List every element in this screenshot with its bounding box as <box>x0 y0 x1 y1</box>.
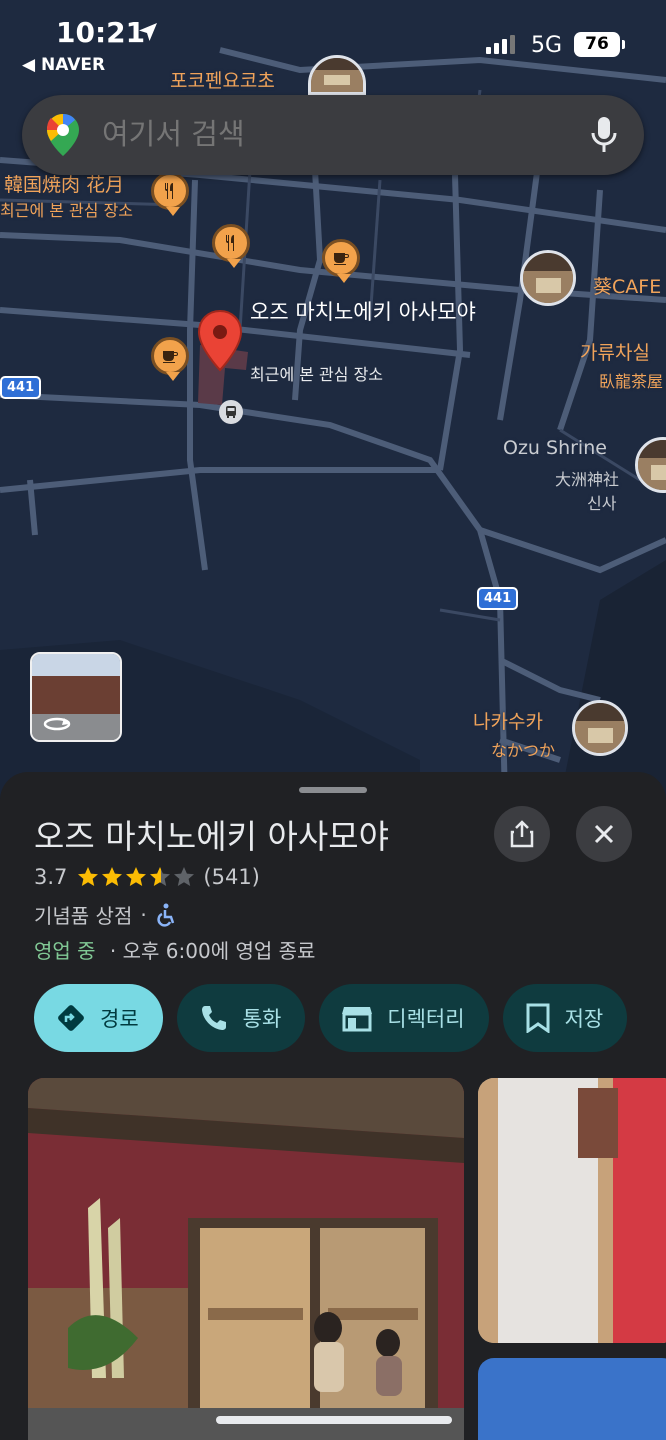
fork-knife-icon <box>165 183 173 199</box>
place-photo-side-2[interactable] <box>478 1358 666 1440</box>
directions-button[interactable]: 경로 <box>34 984 163 1052</box>
coffee-cup-icon <box>334 253 349 265</box>
place-category: 기념품 상점 <box>34 904 133 928</box>
storefront-photo <box>28 1078 464 1440</box>
map-label-garyu-jp: 臥龍茶屋 <box>599 372 664 391</box>
directory-button[interactable]: 디렉터리 <box>319 984 489 1052</box>
directions-label: 경로 <box>100 1007 139 1031</box>
cafe-poi-icon[interactable] <box>322 239 360 283</box>
place-bottom-sheet[interactable]: 오즈 마치노에키 아사모야 3.7 (541) 기념품 상점 · 영업 중 · … <box>0 772 666 1440</box>
microphone-icon[interactable] <box>590 115 618 155</box>
map-label-aoi-cafe[interactable]: 葵CAFE <box>593 272 661 299</box>
photo-poi-nakatsuka[interactable] <box>572 700 628 756</box>
map-label-nakatsuka-jp: なかつか <box>491 741 556 760</box>
map-label-ozu-shrine-kr: 신사 <box>587 494 617 513</box>
place-photo-side[interactable] <box>478 1078 666 1343</box>
category-row: 기념품 상점 · <box>34 900 177 929</box>
call-label: 통화 <box>242 1007 282 1031</box>
map-label-nakatsuka[interactable]: 나카수카 <box>473 707 543 734</box>
place-photo-main[interactable] <box>28 1078 464 1440</box>
photo-poi-aoi-cafe[interactable] <box>520 250 576 306</box>
cellular-signal-icon <box>486 35 515 54</box>
back-to-app-link[interactable]: ◀ NAVER <box>22 55 105 75</box>
sheet-drag-handle[interactable] <box>299 787 367 793</box>
route-badge-441: 441 <box>0 376 42 399</box>
map-label-recent-saved: 최근에 본 관심 장소 <box>0 201 134 220</box>
search-input[interactable] <box>102 117 562 151</box>
status-time: 10:21 <box>56 16 146 49</box>
wheelchair-accessible-icon <box>157 903 174 927</box>
storefront-icon <box>342 1007 373 1032</box>
rating-row[interactable]: 3.7 (541) <box>34 865 260 889</box>
street-view-thumbnail[interactable] <box>30 652 122 742</box>
place-title: 오즈 마치노에키 아사모야 <box>34 817 389 856</box>
restaurant-poi-icon[interactable] <box>212 224 250 268</box>
photo-poi-ozu-shrine[interactable] <box>635 437 666 493</box>
share-button[interactable] <box>494 806 550 862</box>
network-type: 5G <box>531 33 563 58</box>
review-count[interactable]: (541) <box>203 865 259 889</box>
rating-value: 3.7 <box>34 865 68 889</box>
map-label-ozu-shrine-jp: 大洲神社 <box>555 470 620 489</box>
separator: · <box>140 902 147 927</box>
street-view-rotate-icon <box>43 717 71 731</box>
search-bar[interactable] <box>22 95 644 175</box>
photo-side-image <box>478 1078 666 1343</box>
restaurant-poi-icon[interactable] <box>151 172 189 216</box>
close-icon <box>594 824 614 844</box>
share-icon <box>510 820 534 848</box>
status-bar: 10:21 ◀ NAVER 5G 76 <box>0 0 666 80</box>
map-label-ozu-shrine[interactable]: Ozu Shrine <box>503 437 607 459</box>
closing-time: · 오후 6:00에 영업 종료 <box>109 939 316 963</box>
battery-level: 76 <box>585 34 609 54</box>
coffee-cup-icon <box>163 351 178 363</box>
action-chips: 경로 통화 디렉터리 저장 <box>34 984 628 1052</box>
phone-icon <box>201 1006 226 1030</box>
bus-stop-icon[interactable] <box>219 400 243 424</box>
pin-place-sub: 최근에 본 관심 장소 <box>250 365 384 384</box>
bookmark-icon <box>526 1003 550 1033</box>
selected-place-pin-icon[interactable] <box>197 310 243 372</box>
close-button[interactable] <box>576 806 632 862</box>
route-badge-441: 441 <box>477 587 519 610</box>
hours-row[interactable]: 영업 중 · 오후 6:00에 영업 종료 <box>34 935 315 964</box>
home-indicator[interactable] <box>216 1416 452 1424</box>
battery-icon: 76 <box>574 32 625 57</box>
star-rating-icon <box>78 867 195 886</box>
map-label-garyu[interactable]: 가류차실 <box>580 338 650 365</box>
directions-icon <box>58 1005 84 1031</box>
open-status: 영업 중 <box>34 939 96 963</box>
save-label: 저장 <box>564 1007 604 1031</box>
directory-label: 디렉터리 <box>387 1007 465 1031</box>
cafe-poi-icon[interactable] <box>151 337 189 381</box>
location-arrow-icon <box>139 23 157 41</box>
save-button[interactable]: 저장 <box>502 984 628 1052</box>
call-button[interactable]: 통화 <box>176 984 306 1052</box>
fork-knife-icon <box>226 235 234 251</box>
google-maps-logo-icon <box>47 114 79 156</box>
rating-stars <box>77 866 197 888</box>
pin-place-name[interactable]: 오즈 마치노에키 아사모야 <box>250 298 480 327</box>
